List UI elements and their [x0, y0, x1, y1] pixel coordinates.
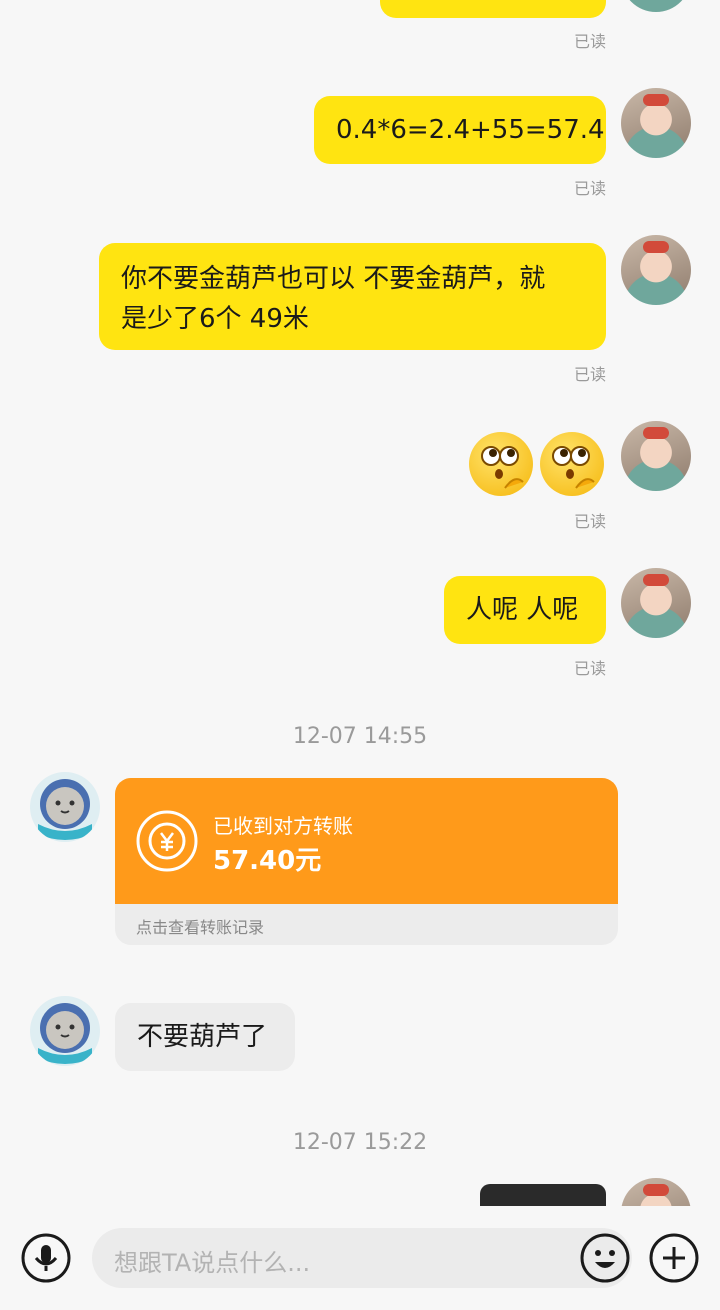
message-bubble-equation[interactable]: 0.4*6=2.4+55=57.4: [314, 96, 606, 164]
contact-avatar[interactable]: [30, 996, 100, 1066]
my-avatar[interactable]: [621, 0, 691, 12]
image-message-thumbnail[interactable]: [480, 1184, 606, 1206]
transfer-card[interactable]: 已收到对方转账 57.40元 点击查看转账记录: [115, 778, 618, 945]
transfer-title: 已收到对方转账: [213, 814, 353, 838]
chat-timestamp: 12-07 15:22: [292, 1130, 428, 1155]
read-status: 已读: [573, 659, 606, 678]
message-bubble-where[interactable]: 人呢 人呢: [444, 576, 606, 644]
thinking-face-emoji-icon[interactable]: [540, 432, 604, 496]
input-bar: 想跟TA说点什么...: [0, 1206, 720, 1310]
my-avatar[interactable]: [621, 568, 691, 638]
message-text-line: 你不要金葫芦也可以 不要金葫芦，就: [121, 264, 546, 294]
message-text: 0.4*6=2.4+55=57.4: [336, 115, 605, 145]
my-avatar[interactable]: [621, 88, 691, 158]
read-status: 已读: [573, 32, 606, 51]
input-placeholder: 想跟TA说点什么...: [114, 1249, 311, 1277]
message-bubble-long[interactable]: 你不要金葫芦也可以 不要金葫芦，就 是少了6个 49米: [99, 243, 606, 350]
chat-timestamp: 12-07 14:55: [292, 724, 428, 749]
contact-avatar[interactable]: [30, 772, 100, 842]
plus-icon[interactable]: [648, 1232, 700, 1288]
message-input[interactable]: 想跟TA说点什么...: [92, 1228, 632, 1288]
smiley-icon[interactable]: [579, 1232, 631, 1288]
yuan-transfer-icon: [135, 809, 199, 877]
read-status: 已读: [573, 179, 606, 198]
my-avatar[interactable]: [621, 235, 691, 305]
message-bubble-partial[interactable]: [380, 0, 606, 18]
my-avatar[interactable]: [621, 421, 691, 491]
microphone-icon[interactable]: [20, 1232, 72, 1288]
message-text: 人呢 人呢: [466, 595, 579, 625]
transfer-footer: 点击查看转账记录: [136, 918, 265, 937]
transfer-amount: 57.40元: [213, 846, 322, 876]
message-text: 不要葫芦了: [137, 1022, 268, 1052]
thinking-face-emoji-icon[interactable]: [469, 432, 533, 496]
read-status: 已读: [573, 512, 606, 531]
read-status: 已读: [573, 365, 606, 384]
message-bubble-received[interactable]: 不要葫芦了: [115, 1003, 295, 1071]
message-text-line: 是少了6个 49米: [121, 304, 309, 334]
